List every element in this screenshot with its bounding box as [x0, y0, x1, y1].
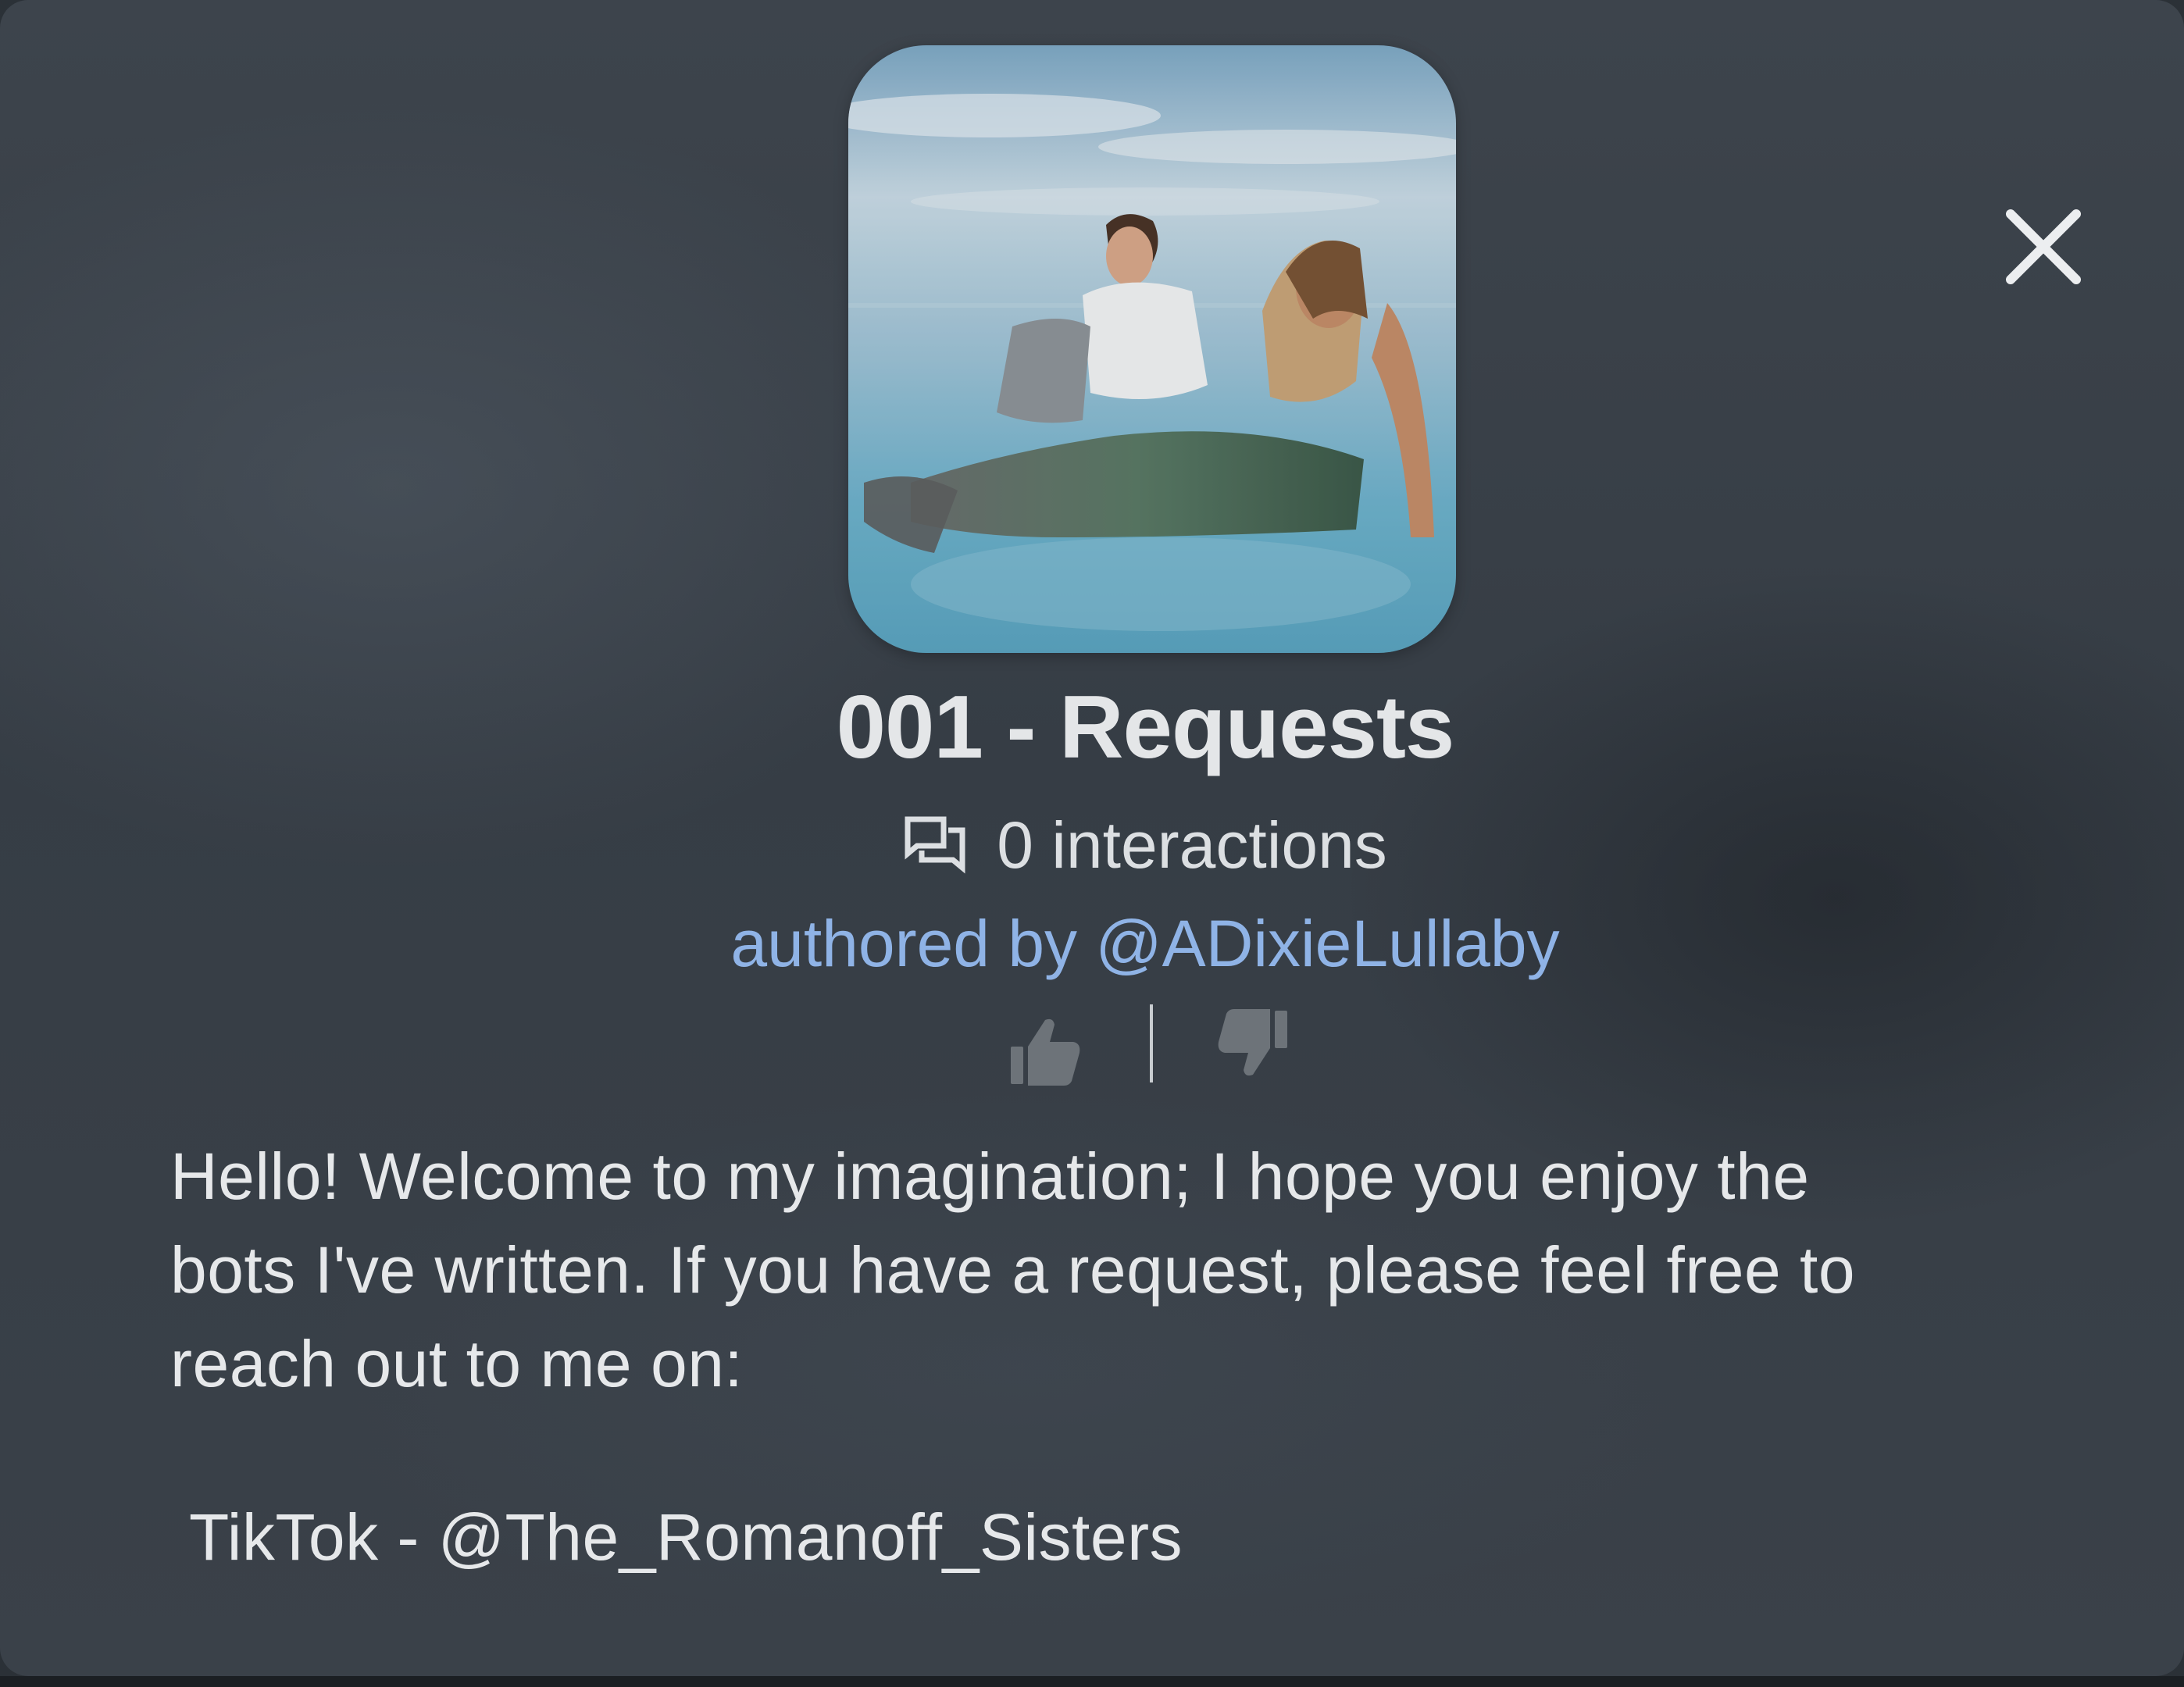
- dislike-button[interactable]: [1215, 1004, 1290, 1079]
- like-button[interactable]: [1008, 1015, 1083, 1090]
- description-line: reach out to me on:: [170, 1327, 744, 1400]
- close-button[interactable]: [1993, 197, 2093, 297]
- interactions-stat: 0 interactions: [0, 806, 2184, 884]
- close-icon: [2006, 209, 2081, 284]
- chat-bubbles-icon: [905, 816, 965, 874]
- description-line: Hello! Welcome to my imagination; I hope…: [170, 1140, 1810, 1213]
- character-info-panel: 001 - Requests 0 interactions authored b…: [0, 0, 2184, 1676]
- author-link[interactable]: authored by @ADixieLullaby: [0, 904, 2184, 983]
- thumbs-up-icon: [1011, 1018, 1080, 1086]
- rating-controls: [1008, 1000, 1304, 1090]
- character-description: Hello! Welcome to my imagination; I hope…: [170, 1129, 2184, 1411]
- bottom-edge: [0, 1676, 2184, 1687]
- character-title: 001 - Requests: [836, 678, 1455, 777]
- description-line: bots I've written. If you have a request…: [170, 1233, 1856, 1307]
- social-contact: TikTok - @The_Romanoff_Sisters: [189, 1500, 1183, 1574]
- character-avatar: [848, 45, 1456, 653]
- rating-divider: [1150, 1004, 1153, 1082]
- thumbs-down-icon: [1218, 1009, 1287, 1076]
- avatar-image: [848, 45, 1456, 653]
- interactions-count: 0 interactions: [997, 808, 1387, 882]
